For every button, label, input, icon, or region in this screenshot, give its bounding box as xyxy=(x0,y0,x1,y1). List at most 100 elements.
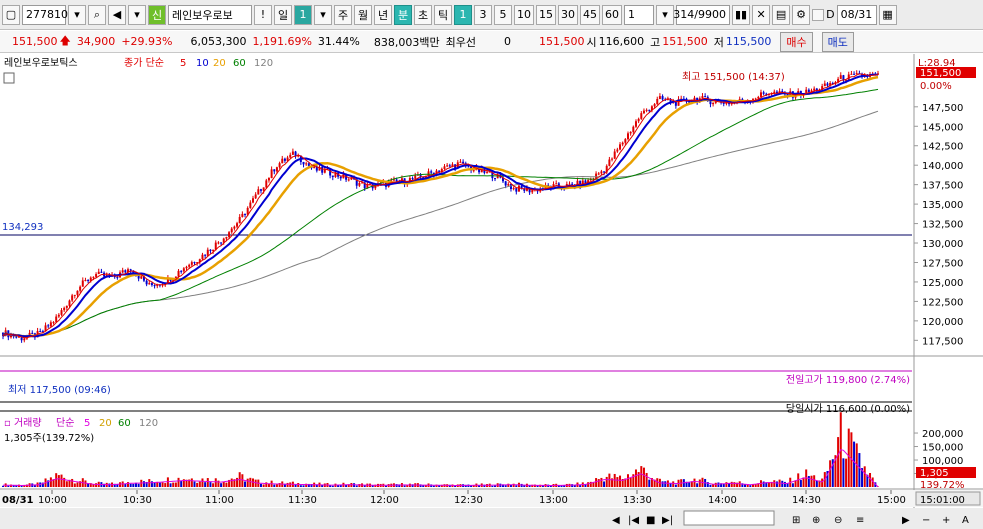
volume-bar xyxy=(597,479,600,487)
font-plus-icon[interactable]: + xyxy=(942,515,950,526)
save-icon[interactable]: ▤ xyxy=(772,4,791,25)
interval-dropdown-icon[interactable]: ▾ xyxy=(656,4,674,25)
candle-body xyxy=(23,338,26,341)
period-month-button[interactable]: 월 xyxy=(354,4,372,25)
scroll-end-icon[interactable]: ▶| xyxy=(662,515,673,526)
count-display[interactable]: 314/9900 xyxy=(673,4,730,25)
period-day-button[interactable]: 일 xyxy=(274,4,292,25)
sell-button[interactable]: 매도 xyxy=(821,31,854,52)
candle-body xyxy=(430,171,433,173)
volume-bar xyxy=(180,480,183,487)
volume-bar xyxy=(209,482,212,487)
interval-1-button[interactable]: 1 xyxy=(454,4,472,25)
volume-bar xyxy=(384,485,387,487)
period-week-button[interactable]: 주 xyxy=(334,4,352,25)
zoom-fit-icon[interactable]: ⊞ xyxy=(792,515,800,526)
sound-dropdown-icon[interactable]: ▾ xyxy=(128,4,146,25)
period-tick-button[interactable]: 틱 xyxy=(434,4,452,25)
interval-45-button[interactable]: 45 xyxy=(580,4,600,25)
volume-bar xyxy=(262,484,265,487)
candle-body xyxy=(204,254,207,256)
volume-current: 1,305주(139.72%) xyxy=(4,433,94,444)
stock-code-input[interactable]: 277810 xyxy=(22,4,68,25)
candle-body xyxy=(627,133,629,140)
warning-icon[interactable]: ! xyxy=(254,4,272,25)
volume-bar xyxy=(863,466,866,487)
chart-type-icon[interactable]: ▮▮ xyxy=(732,4,751,25)
volume-bar xyxy=(749,485,752,487)
volume-bar xyxy=(355,485,358,487)
volume-bar xyxy=(161,482,164,487)
change-percent: +29.93% xyxy=(121,35,173,48)
current-price-tag-label: 151,500 xyxy=(920,68,961,79)
volume-bar xyxy=(845,458,848,487)
interval-15-button[interactable]: 15 xyxy=(536,4,556,25)
font-size-icon[interactable]: A xyxy=(962,515,969,526)
stock-code-dropdown-icon[interactable]: ▾ xyxy=(68,4,86,25)
font-minus-icon[interactable]: − xyxy=(922,515,930,526)
candle-body xyxy=(190,262,193,265)
volume-bar xyxy=(579,485,582,487)
candle-body xyxy=(807,89,810,92)
interval-10-button[interactable]: 10 xyxy=(514,4,534,25)
chart-settings-icon[interactable]: ≡ xyxy=(856,515,864,526)
volume-bar xyxy=(259,483,262,487)
candle-body xyxy=(116,277,119,279)
y-tick-label: 135,000 xyxy=(922,200,963,211)
scroll-thumb[interactable] xyxy=(683,510,775,526)
zoom-out-icon[interactable]: ⊖ xyxy=(834,515,842,526)
period-year-button[interactable]: 년 xyxy=(374,4,392,25)
interval-3-button[interactable]: 3 xyxy=(474,4,492,25)
period-minute-button[interactable]: 분 xyxy=(394,4,412,25)
stop-icon[interactable]: ■ xyxy=(646,515,655,526)
price-ma-120: 120 xyxy=(254,58,273,69)
x-tick-label: 15:00 xyxy=(877,495,906,506)
period-dropdown-icon[interactable]: ▾ xyxy=(314,4,332,25)
date-input[interactable]: 08/31 xyxy=(836,4,877,25)
candle-body xyxy=(68,300,71,306)
scroll-right-icon[interactable]: ▶ xyxy=(902,515,910,526)
volume-current-pct: 139.72% xyxy=(920,480,965,491)
candle-body xyxy=(603,171,606,173)
volume-bar xyxy=(132,483,135,487)
interval-input[interactable]: 1 xyxy=(624,4,654,25)
volume-bar xyxy=(92,484,95,487)
candle-body xyxy=(616,149,619,152)
candle-body xyxy=(236,223,239,227)
candle-body xyxy=(640,113,643,119)
volume-bar xyxy=(204,482,207,487)
scroll-start-icon[interactable]: |◀ xyxy=(628,515,639,526)
volume-bar xyxy=(129,483,132,487)
settings-icon[interactable]: ⚙ xyxy=(792,4,811,25)
price-ma-10: 10 xyxy=(196,58,209,69)
candle-body xyxy=(140,276,143,279)
sound-icon[interactable]: ◀ xyxy=(108,4,126,25)
crosshair-icon[interactable]: ✕ xyxy=(752,4,771,25)
candle-body xyxy=(212,249,215,252)
volume-title-text: 거래량 xyxy=(14,417,42,429)
period-second-button[interactable]: 초 xyxy=(414,4,432,25)
candle-body xyxy=(305,163,308,165)
interval-60-button[interactable]: 60 xyxy=(602,4,622,25)
candle-body xyxy=(217,242,220,244)
zoom-in-icon[interactable]: ⊕ xyxy=(812,515,820,526)
buy-button[interactable]: 매수 xyxy=(780,31,813,52)
stock-name[interactable]: 레인보우로보 xyxy=(168,4,252,25)
candle-body xyxy=(307,163,310,166)
volume-bar xyxy=(847,428,850,487)
candle-body xyxy=(233,226,236,229)
scroll-left-icon[interactable]: ◀ xyxy=(612,515,620,526)
date-checkbox[interactable] xyxy=(812,8,825,21)
price-chart[interactable]: 147,500 145,000 142,500 140,000 137,500 135,0… xyxy=(0,54,983,529)
volume-percent: 1,191.69% xyxy=(252,35,312,48)
y-tick-label: 137,500 xyxy=(922,181,963,192)
calendar-icon[interactable]: ▦ xyxy=(878,4,897,25)
interval-5-button[interactable]: 5 xyxy=(494,4,512,25)
price-ma-5: 5 xyxy=(180,58,186,69)
candle-body xyxy=(201,254,204,260)
candle-body xyxy=(52,322,55,324)
search-icon[interactable]: ⌕ xyxy=(88,4,106,25)
layout-icon[interactable]: ▢ xyxy=(2,4,20,25)
interval-30-button[interactable]: 30 xyxy=(558,4,578,25)
period-day-count[interactable]: 1 xyxy=(294,4,312,25)
